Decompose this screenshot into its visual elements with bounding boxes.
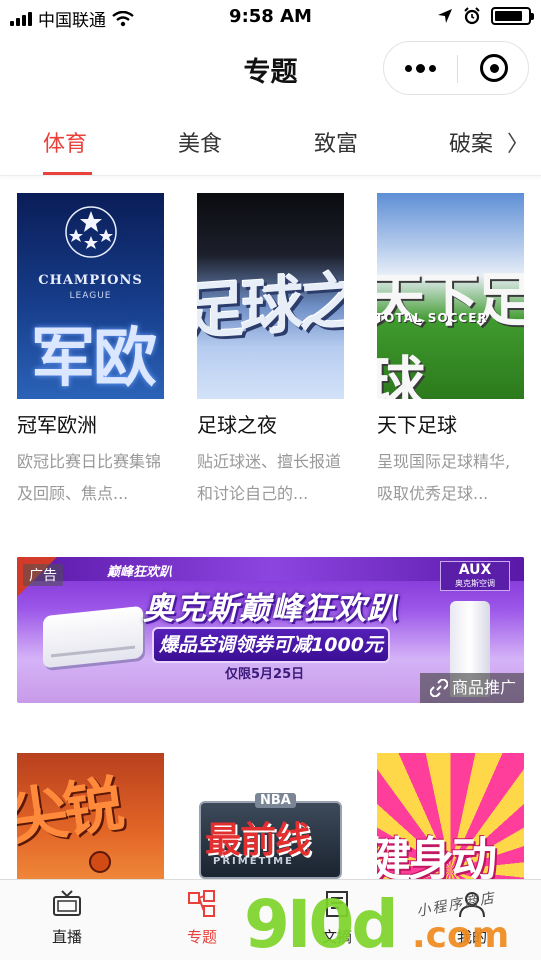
topic-card[interactable]: 天下足球 TOTAL SOCCER 天下足球 呈现国际足球精华,吸取优秀足球..… [377, 193, 524, 510]
topic-thumbnail: 天下足球 TOTAL SOCCER [377, 193, 524, 399]
topic-thumbnail: CHAMPIONS LEAGUE 军欧 [17, 193, 164, 399]
tab-crime[interactable]: 破案 [449, 126, 493, 158]
topic-thumbnail[interactable]: NBA 最前线 PRIMETIME [197, 753, 344, 883]
product-promo-tag[interactable]: 商品推广 [419, 673, 524, 703]
nav-label: 文摘 [321, 928, 352, 946]
bottom-tab-bar: 直播 专题 文摘 我的 [0, 879, 541, 960]
miniprogram-capsule [383, 41, 529, 95]
target-close-icon [480, 54, 508, 82]
nav-profile[interactable]: 我的 [422, 890, 522, 947]
battery-fill [495, 11, 523, 21]
topic-thumbnail[interactable]: 健身动起 [377, 753, 524, 883]
thumbnail-subtext: PRIMETIME [213, 856, 294, 867]
tv-icon [53, 890, 81, 916]
status-bar: 中国联通 9:58 AM [0, 0, 541, 36]
tab-sports[interactable]: 体育 [43, 126, 87, 158]
active-tab-indicator [43, 172, 92, 175]
more-button[interactable] [384, 42, 457, 94]
nav-label: 专题 [186, 928, 217, 946]
topic-thumbnail[interactable]: 尖锐 [17, 753, 164, 883]
topic-thumbnail: 足球之 [197, 193, 344, 399]
nav-digest[interactable]: 文摘 [287, 890, 387, 947]
link-icon [429, 679, 448, 697]
topic-card[interactable]: CHAMPIONS LEAGUE 军欧 冠军欧洲 欧冠比赛日比赛集锦及回顾、焦点… [17, 193, 164, 510]
product-promo-label: 商品推广 [451, 678, 516, 697]
ad-date-note: 仅限5月25日 [225, 667, 305, 682]
ad-offer: 爆品空调领券可减1000元 [152, 627, 390, 663]
ad-label: 广告 [23, 564, 63, 586]
nav-label: 我的 [456, 928, 487, 946]
ad-brand-logo: AUX 奥克斯空调 [440, 561, 510, 591]
battery-icon [491, 7, 534, 25]
close-miniprogram-button[interactable] [458, 42, 530, 94]
topics-icon [188, 890, 215, 917]
tabs-scroll-right-icon[interactable]: 〉 [507, 126, 529, 158]
tab-wealth[interactable]: 致富 [314, 126, 358, 158]
alarm-icon [464, 7, 480, 25]
more-dots-icon [405, 64, 412, 72]
user-icon [459, 892, 485, 918]
status-right [437, 7, 534, 25]
topic-description: 贴近球迷、擅长报道和讨论自己的... [197, 452, 342, 503]
category-tabs: 体育 美食 致富 破案 〉 [0, 110, 541, 176]
thumbnail-logo-subtext: LEAGUE [69, 291, 112, 301]
title-bar: 专题 [0, 36, 541, 100]
nav-label: 直播 [51, 928, 82, 946]
ad-brand-name: AUX [458, 562, 492, 578]
nba-logo: NBA [255, 793, 296, 808]
ad-slogan: 巅峰狂欢趴 [107, 565, 173, 580]
thumbnail-subtext: TOTAL SOCCER [377, 311, 488, 325]
ad-banner[interactable]: 广告 巅峰狂欢趴 AUX 奥克斯空调 奥克斯巅峰狂欢趴 爆品空调领券可减1000… [17, 557, 524, 703]
basketball-icon [89, 851, 111, 873]
thumbnail-text: 尖锐 [17, 769, 125, 855]
topic-card[interactable]: 足球之 足球之夜 贴近球迷、擅长报道和讨论自己的... [197, 193, 344, 510]
thumbnail-text: 天下足球 [377, 266, 524, 399]
location-arrow-icon [438, 9, 452, 23]
topic-description: 呈现国际足球精华,吸取优秀足球... [377, 452, 511, 503]
ad-headline: 奥克斯巅峰狂欢趴 [143, 591, 399, 627]
nav-topics[interactable]: 专题 [152, 890, 252, 947]
digest-icon [326, 891, 348, 917]
thumbnail-text: 健身动起 [377, 832, 497, 883]
thumbnail-text: 军欧 [31, 322, 157, 396]
thumbnail-text: 足球之 [197, 263, 344, 349]
nav-live[interactable]: 直播 [17, 890, 117, 947]
topic-description: 欧冠比赛日比赛集锦及回顾、焦点... [17, 452, 162, 503]
topic-title: 天下足球 [377, 413, 457, 437]
topic-title: 冠军欧洲 [17, 413, 97, 437]
tab-food[interactable]: 美食 [178, 126, 222, 158]
ad-brand-subname: 奥克斯空调 [455, 579, 495, 588]
topic-title: 足球之夜 [197, 413, 277, 437]
air-conditioner-image [43, 605, 143, 669]
starball-logo-icon [65, 206, 117, 258]
thumbnail-logo-text: CHAMPIONS [38, 273, 143, 288]
